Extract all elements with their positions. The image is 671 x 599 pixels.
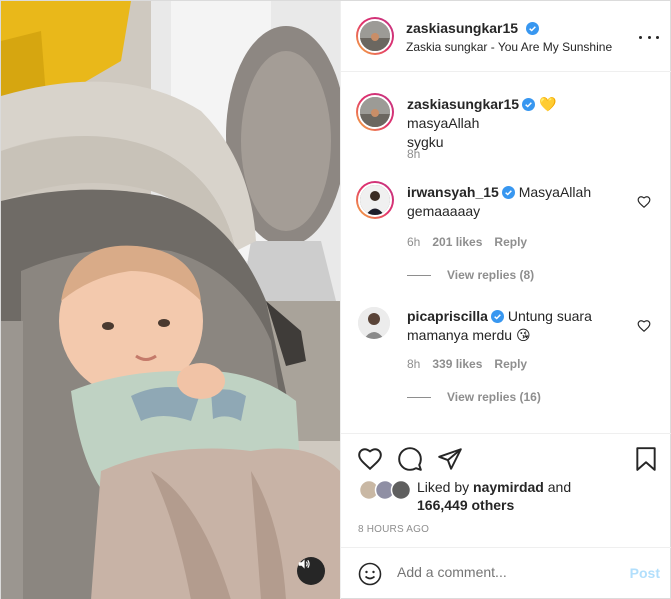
likes-count-link[interactable]: 166,449 others <box>417 497 514 513</box>
kiss-emoji: 😘 <box>515 327 531 343</box>
caption-text: zaskiasungkar15 💛 masyaAllah sygku <box>407 95 627 152</box>
audio-toggle-button[interactable] <box>297 557 325 585</box>
comment-meta: 8h 339 likes Reply <box>407 357 527 371</box>
post-actions: Liked by naymirdad and 166,449 others 8 … <box>341 433 671 548</box>
author-avatar-image <box>360 21 390 51</box>
commenter-avatar[interactable] <box>358 307 390 339</box>
comment-time[interactable]: 8h <box>407 357 420 371</box>
comment-username[interactable]: irwansyah_15 <box>407 184 499 200</box>
commenter-avatar-image <box>358 307 390 339</box>
comment-line2: gemaaaaay <box>407 203 481 219</box>
view-replies-label: View replies (8) <box>447 268 535 282</box>
post-details-panel: zaskiasungkar15 Zaskia sungkar - You Are… <box>340 1 671 599</box>
comments-list: zaskiasungkar15 💛 masyaAllah sygku 8h ir… <box>341 73 671 433</box>
like-comment-heart-icon[interactable] <box>637 195 651 209</box>
liked-by-avatar-stack <box>358 479 412 501</box>
comment-time[interactable]: 6h <box>407 235 420 249</box>
view-replies-button[interactable]: View replies (8) <box>407 268 534 282</box>
caption-meta: 8h <box>407 147 420 161</box>
speaker-icon <box>298 559 310 569</box>
liked-by-text: Liked by naymirdad and 166,449 others <box>417 478 571 514</box>
reply-button[interactable]: Reply <box>494 235 527 249</box>
caption-time[interactable]: 8h <box>407 147 420 161</box>
liked-by-user-link[interactable]: naymirdad <box>473 479 544 495</box>
commenter-avatar[interactable] <box>356 181 394 219</box>
comment-line2: mamanya merdu <box>407 327 513 343</box>
verified-badge-icon <box>501 186 515 199</box>
liked-by-prefix: Liked by <box>417 479 470 495</box>
comment-username[interactable]: picapriscilla <box>407 308 488 324</box>
post-modal: zaskiasungkar15 Zaskia sungkar - You Are… <box>0 0 671 599</box>
verified-badge-icon <box>490 310 504 323</box>
post-video[interactable] <box>1 1 340 599</box>
paper-plane-icon[interactable] <box>437 446 463 472</box>
liked-by-conjunction: and <box>547 479 572 495</box>
more-options-icon[interactable] <box>639 27 659 47</box>
caption-username[interactable]: zaskiasungkar15 <box>407 96 519 112</box>
caption-avatar-image <box>360 97 390 127</box>
post-header: zaskiasungkar15 Zaskia sungkar - You Are… <box>341 1 671 72</box>
post-timestamp[interactable]: 8 HOURS AGO <box>358 524 429 535</box>
post-comment-button[interactable]: Post <box>630 565 660 581</box>
add-comment-form: Post <box>341 547 671 599</box>
comment-text: picapriscilla Untung suara mamanya merdu… <box>407 307 627 345</box>
comment-line1: Untung suara <box>507 308 592 324</box>
view-replies-button[interactable]: View replies (16) <box>407 390 541 404</box>
caption-line1: masyaAllah <box>407 115 480 131</box>
smiley-icon[interactable] <box>358 562 382 586</box>
liked-by-avatars <box>358 479 412 501</box>
audio-track-link[interactable]: Zaskia sungkar - You Are My Sunshine <box>406 40 612 54</box>
like-comment-heart-icon[interactable] <box>637 319 651 333</box>
replies-divider <box>407 396 431 398</box>
bookmark-icon[interactable] <box>633 446 659 472</box>
comment-input[interactable] <box>397 564 617 580</box>
heart-icon[interactable] <box>357 446 383 472</box>
author-username[interactable]: zaskiasungkar15 <box>406 20 518 36</box>
replies-divider <box>407 274 431 276</box>
comment-text: irwansyah_15 MasyaAllah gemaaaaay <box>407 183 627 221</box>
comment-line1: MasyaAllah <box>518 184 592 200</box>
comment-meta: 6h 201 likes Reply <box>407 235 527 249</box>
commenter-avatar-image <box>360 185 390 215</box>
caption-avatar[interactable] <box>356 93 394 131</box>
verified-badge-icon <box>525 22 539 35</box>
baby-in-stroller-image <box>1 1 340 599</box>
yellow-heart-emoji: 💛 <box>538 96 557 112</box>
comment-likes[interactable]: 201 likes <box>432 235 482 249</box>
verified-badge-icon <box>522 98 536 111</box>
comment-likes[interactable]: 339 likes <box>432 357 482 371</box>
comment-icon[interactable] <box>397 446 423 472</box>
view-replies-label: View replies (16) <box>447 390 541 404</box>
reply-button[interactable]: Reply <box>494 357 527 371</box>
author-avatar[interactable] <box>356 17 394 55</box>
